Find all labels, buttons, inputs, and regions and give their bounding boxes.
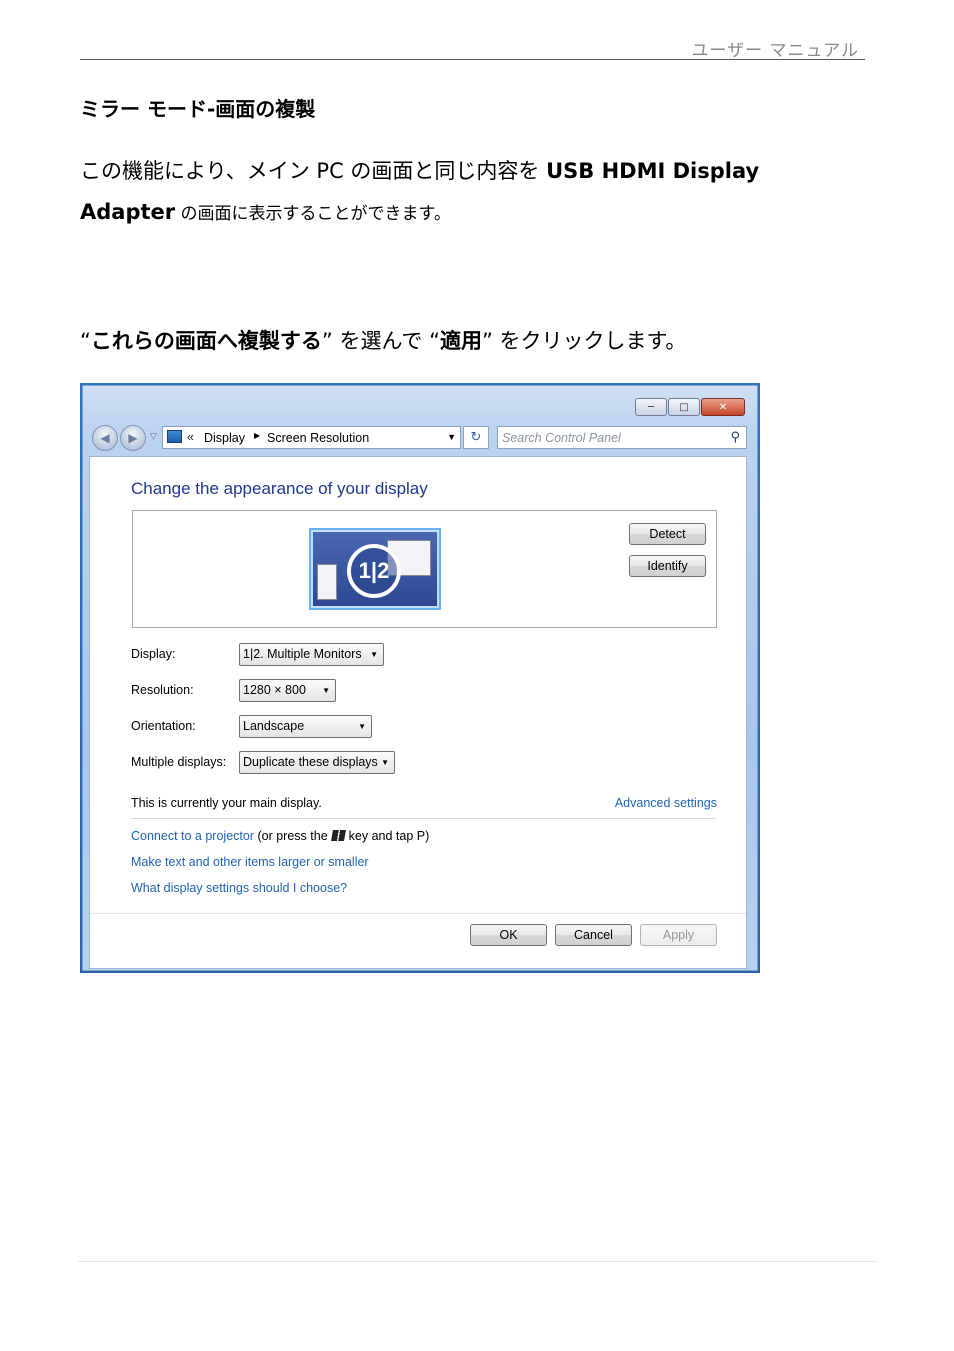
breadcrumb-overflow[interactable]: « [187,430,194,444]
resolution-select[interactable]: 1280 × 800 ▼ [239,679,336,702]
intro-paragraph-line2: Adapter の画面に表示することができます。 [80,199,451,224]
maximize-icon[interactable]: □ [668,398,700,416]
display-settings-help-link[interactable]: What display settings should I choose? [131,881,347,895]
multiple-displays-select[interactable]: Duplicate these displays ▼ [239,751,395,774]
apply-word: 適用 [439,329,482,353]
projector-hint-b: key and tap P) [348,829,430,843]
page-header: ユーザー マニュアル [80,36,865,61]
close-icon[interactable]: ✕ [701,398,745,416]
breadcrumb-screen-resolution[interactable]: Screen Resolution [267,431,369,445]
apply-button[interactable]: Apply [640,924,717,946]
search-icon[interactable]: ⚲ [730,430,740,445]
text-size-line: Make text and other items larger or smal… [131,855,369,869]
projector-line: Connect to a projector (or press the key … [131,829,429,843]
projector-hint-a: (or press the [257,829,328,843]
detect-button[interactable]: Detect [629,523,706,545]
product-name-part1: USB HDMI Display [546,159,760,183]
intro-text: この機能により、メイン PC の画面と同じ内容を [80,159,547,183]
identify-button[interactable]: Identify [629,555,706,577]
orientation-label: Orientation: [131,719,196,733]
duplicate-option-name: これらの画面へ複製する [90,329,322,353]
ok-button[interactable]: OK [470,924,547,946]
chevron-down-icon: ▼ [381,758,389,767]
monitor-number-label: 1|2 [347,544,401,598]
instruction-paragraph: “これらの画面へ複製する” を選んで “適用” をクリックします。 [80,325,686,355]
help-line: What display settings should I choose? [131,881,347,895]
back-arrow-icon[interactable]: ◀ [92,425,118,451]
screen-resolution-window: ─ □ ✕ ◀ ▶ ▽ « Display ▶ Screen Resolutio… [80,383,760,973]
connect-projector-link[interactable]: Connect to a projector [131,829,254,843]
document-thumbnail-icon [317,564,337,600]
cancel-button[interactable]: Cancel [555,924,632,946]
intro-text-end: の画面に表示することができます。 [175,204,451,224]
computer-icon [167,430,182,443]
minimize-icon[interactable]: ─ [635,398,667,416]
chevron-down-icon: ▼ [370,650,378,659]
refresh-icon[interactable]: ↻ [463,426,489,449]
multiple-displays-label: Multiple displays: [131,755,227,769]
intro-paragraph-line1: この機能により、メイン PC の画面と同じ内容を USB HDMI Displa… [80,155,759,185]
windows-key-icon [330,830,346,841]
orientation-select-value: Landscape [243,719,305,733]
section-title: ミラー モード-画面の複製 [80,97,316,121]
display-select[interactable]: 1|2. Multiple Monitors ▼ [239,643,384,666]
forward-arrow-icon[interactable]: ▶ [120,425,146,451]
product-name-part2: Adapter [80,200,176,224]
page-title: Change the appearance of your display [131,479,428,498]
button-bar-divider [90,913,746,914]
advanced-settings-link[interactable]: Advanced settings [615,796,717,810]
orientation-select[interactable]: Landscape ▼ [239,715,372,738]
instruction-end: ” をクリックします。 [481,329,687,353]
multiple-displays-select-value: Duplicate these displays [243,755,378,769]
content-pane: Change the appearance of your display 1|… [89,456,747,969]
monitor-tile[interactable]: 1|2 [309,528,441,610]
address-bar[interactable]: « Display ▶ Screen Resolution ▼ [162,426,461,449]
window-controls: ─ □ ✕ [634,398,745,416]
text-size-link[interactable]: Make text and other items larger or smal… [131,855,369,869]
quote-open: “ [80,329,91,353]
display-select-value: 1|2. Multiple Monitors [243,647,362,661]
window-frame: ─ □ ✕ ◀ ▶ ▽ « Display ▶ Screen Resolutio… [82,385,758,971]
main-display-note: This is currently your main display. [131,796,322,810]
navigation-bar: ◀ ▶ ▽ « Display ▶ Screen Resolution ▼ ↻ … [91,424,757,452]
address-dropdown-icon[interactable]: ▼ [447,432,456,442]
breadcrumb-separator-icon[interactable]: ▶ [254,431,260,440]
instruction-mid: ” を選んで “ [321,329,440,353]
chevron-down-icon: ▼ [322,686,330,695]
resolution-select-value: 1280 × 800 [243,683,306,697]
chevron-down-icon: ▼ [358,722,366,731]
divider [131,818,716,819]
breadcrumb-display[interactable]: Display [204,431,245,445]
display-label: Display: [131,647,176,661]
search-box[interactable]: ⚲ [497,426,747,449]
resolution-label: Resolution: [131,683,194,697]
monitor-preview: 1|2 Detect Identify [132,510,717,628]
footer-rule [78,1261,878,1262]
manual-title: ユーザー マニュアル [691,41,859,61]
history-dropdown-icon[interactable]: ▽ [150,432,157,442]
search-input[interactable] [502,429,717,446]
